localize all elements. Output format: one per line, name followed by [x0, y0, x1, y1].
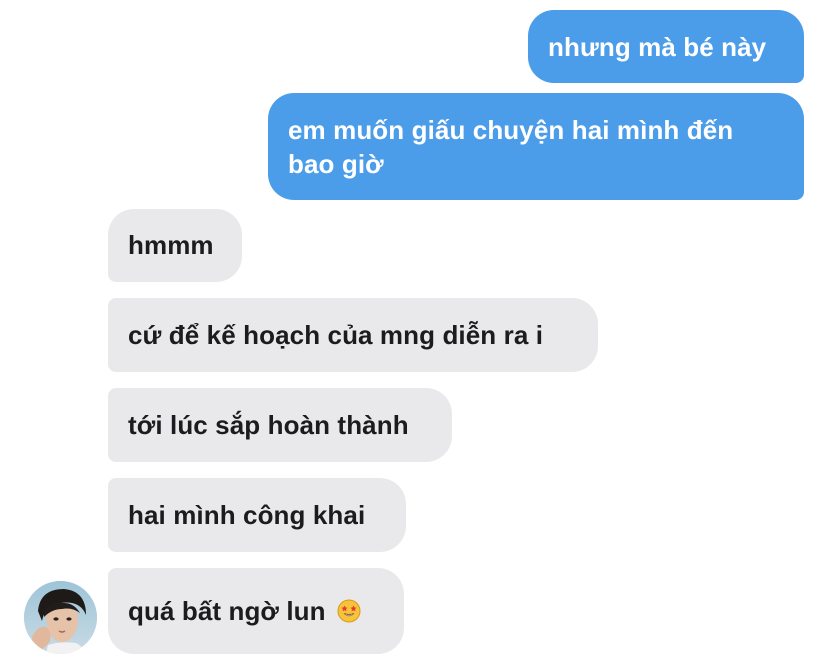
message-bubble-received[interactable]: tới lúc sắp hoàn thành: [108, 388, 452, 462]
message-text: quá bất ngờ lun: [128, 596, 326, 626]
message-bubble-received[interactable]: quá bất ngờ lun: [108, 568, 404, 654]
message-text: hmmm: [128, 230, 214, 260]
message-text: cứ để kế hoạch của mng diễn ra i: [128, 320, 544, 350]
message-text: nhưng mà bé này: [548, 32, 767, 62]
star-struck-emoji-icon: [337, 597, 361, 623]
message-text: em muốn giấu chuyện hai mình đến bao giờ: [288, 115, 734, 179]
message-text: tới lúc sắp hoàn thành: [128, 410, 409, 440]
avatar-photo-icon: [24, 581, 97, 654]
message-bubble-sent[interactable]: em muốn giấu chuyện hai mình đến bao giờ: [268, 93, 804, 200]
message-bubble-sent[interactable]: nhưng mà bé này: [528, 10, 804, 83]
message-bubble-received[interactable]: hmmm: [108, 209, 242, 282]
message-text: hai mình công khai: [128, 500, 366, 530]
contact-avatar[interactable]: [24, 581, 97, 654]
message-bubble-received[interactable]: hai mình công khai: [108, 478, 406, 552]
message-bubble-received[interactable]: cứ để kế hoạch của mng diễn ra i: [108, 298, 598, 372]
